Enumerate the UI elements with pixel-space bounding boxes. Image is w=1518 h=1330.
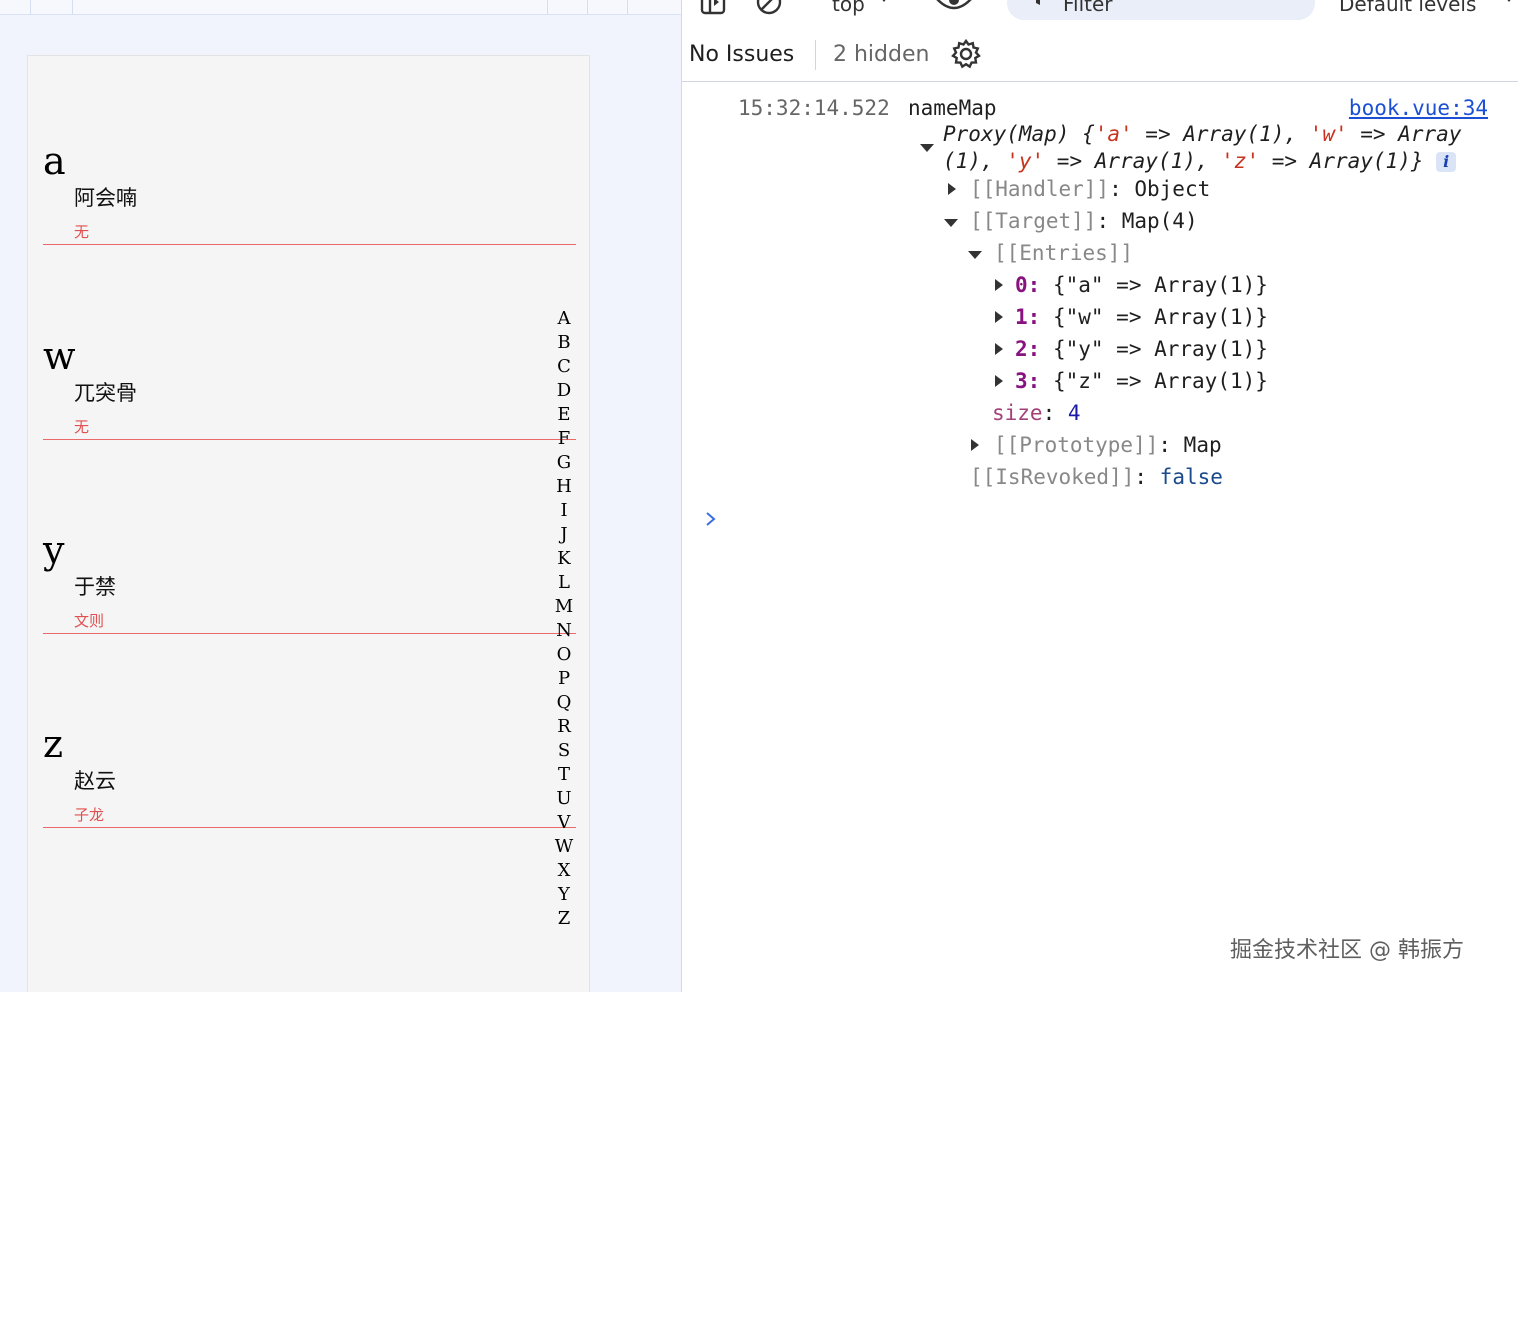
panel-icon[interactable]	[699, 0, 727, 16]
contact-alias: 无	[74, 223, 90, 241]
index-letter[interactable]: D	[554, 379, 574, 403]
index-letter[interactable]: M	[554, 595, 574, 619]
contact-name[interactable]: 于禁	[74, 574, 116, 600]
expand-arrow-icon[interactable]	[920, 144, 934, 152]
entries-row[interactable]: [[Entries]]	[994, 237, 1133, 269]
index-letter[interactable]: Z	[554, 907, 574, 931]
expand-arrow-icon[interactable]	[995, 343, 1003, 355]
expand-arrow-icon[interactable]	[995, 311, 1003, 323]
index-letter[interactable]: W	[554, 835, 574, 859]
index-letter[interactable]: A	[554, 307, 574, 331]
dropdown-caret-icon[interactable]	[1500, 0, 1518, 8]
index-letter[interactable]: C	[554, 355, 574, 379]
size-row: size: 4	[992, 401, 1081, 425]
divider-line	[43, 633, 576, 634]
log-levels-dropdown[interactable]: Default levels	[1339, 0, 1476, 16]
index-letter[interactable]: O	[554, 643, 574, 667]
page-preview: a 阿会喃 无 w 兀突骨 无 y 于禁 文则 z 赵云 子龙 A B C D	[0, 0, 681, 992]
expand-arrow-icon[interactable]	[971, 439, 979, 451]
filter-icon	[1036, 0, 1040, 5]
index-letter[interactable]: Y	[554, 883, 574, 907]
divider-line	[43, 244, 576, 245]
expand-arrow-icon[interactable]	[995, 375, 1003, 387]
index-letter[interactable]: N	[554, 619, 574, 643]
console-output: 15:32:14.522 nameMap book.vue:34 Proxy(M…	[682, 82, 1518, 1330]
prototype-row[interactable]: [[Prototype]]: Map	[994, 429, 1222, 461]
eye-icon[interactable]	[936, 0, 972, 16]
index-letter[interactable]: X	[554, 859, 574, 883]
index-letter[interactable]: G	[554, 451, 574, 475]
target-row[interactable]: [[Target]]: Map(4)	[970, 205, 1198, 237]
index-letter[interactable]: I	[554, 499, 574, 523]
index-letter[interactable]: L	[554, 571, 574, 595]
divider-line	[43, 827, 576, 828]
index-letter[interactable]: H	[554, 475, 574, 499]
contact-alias: 无	[74, 418, 90, 436]
filter-placeholder: Filter	[1063, 0, 1113, 16]
index-letter[interactable]: S	[554, 739, 574, 763]
devtools-console-panel: top Filter Default levels No Issues 2 hi…	[682, 0, 1518, 992]
index-letter[interactable]: T	[554, 763, 574, 787]
revoked-row: [[IsRevoked]]: false	[970, 465, 1223, 489]
console-toolbar: top Filter Default levels	[682, 0, 1518, 20]
contact-alias: 文则	[74, 612, 105, 630]
clear-console-icon[interactable]	[755, 0, 783, 16]
group-letter: w	[43, 334, 76, 378]
phone-frame: a 阿会喃 无 w 兀突骨 无 y 于禁 文则 z 赵云 子龙 A B C D	[27, 55, 590, 992]
info-badge[interactable]: i	[1436, 152, 1457, 172]
alphabet-index: A B C D E F G H I J K L M N O P Q R S T …	[554, 307, 574, 931]
preview-top-bar	[0, 0, 681, 15]
gear-icon[interactable]	[950, 38, 982, 70]
entry-row[interactable]: 2: {"y" => Array(1)}	[1015, 333, 1268, 365]
entry-row[interactable]: 0: {"a" => Array(1)}	[1015, 269, 1268, 301]
index-letter[interactable]: B	[554, 331, 574, 355]
index-letter[interactable]: U	[554, 787, 574, 811]
expand-arrow-icon[interactable]	[968, 251, 982, 259]
entry-row[interactable]: 3: {"z" => Array(1)}	[1015, 365, 1268, 397]
console-prompt-icon[interactable]	[704, 512, 718, 526]
no-issues-button[interactable]: No Issues	[689, 42, 794, 68]
contact-alias: 子龙	[74, 806, 105, 824]
index-letter[interactable]: J	[554, 523, 574, 547]
contact-name[interactable]: 阿会喃	[74, 185, 137, 211]
expand-arrow-icon[interactable]	[948, 183, 956, 195]
contact-name[interactable]: 兀突骨	[74, 380, 137, 406]
separator	[815, 40, 816, 70]
hidden-count[interactable]: 2 hidden	[833, 42, 929, 68]
index-letter[interactable]: Q	[554, 691, 574, 715]
divider-line	[43, 439, 576, 440]
expand-arrow-icon[interactable]	[944, 219, 958, 227]
group-letter: z	[43, 722, 64, 766]
index-letter[interactable]: P	[554, 667, 574, 691]
index-letter[interactable]: E	[554, 403, 574, 427]
watermark: 掘金技术社区 @ 韩振方	[1230, 938, 1464, 963]
index-letter[interactable]: R	[554, 715, 574, 739]
handler-row[interactable]: [[Handler]]: Object	[970, 173, 1210, 205]
entry-row[interactable]: 1: {"w" => Array(1)}	[1015, 301, 1268, 333]
context-selector[interactable]: top	[832, 0, 865, 16]
issues-bar: No Issues 2 hidden	[682, 34, 1518, 82]
index-letter[interactable]: V	[554, 811, 574, 835]
group-letter: a	[43, 139, 66, 183]
index-letter[interactable]: F	[554, 427, 574, 451]
dropdown-caret-icon[interactable]	[875, 0, 893, 8]
filter-input[interactable]: Filter	[1007, 0, 1315, 20]
expand-arrow-icon[interactable]	[995, 279, 1003, 291]
log-timestamp: 15:32:14.522	[738, 96, 890, 120]
group-letter: y	[43, 528, 65, 572]
contact-name[interactable]: 赵云	[74, 768, 116, 794]
index-letter[interactable]: K	[554, 547, 574, 571]
